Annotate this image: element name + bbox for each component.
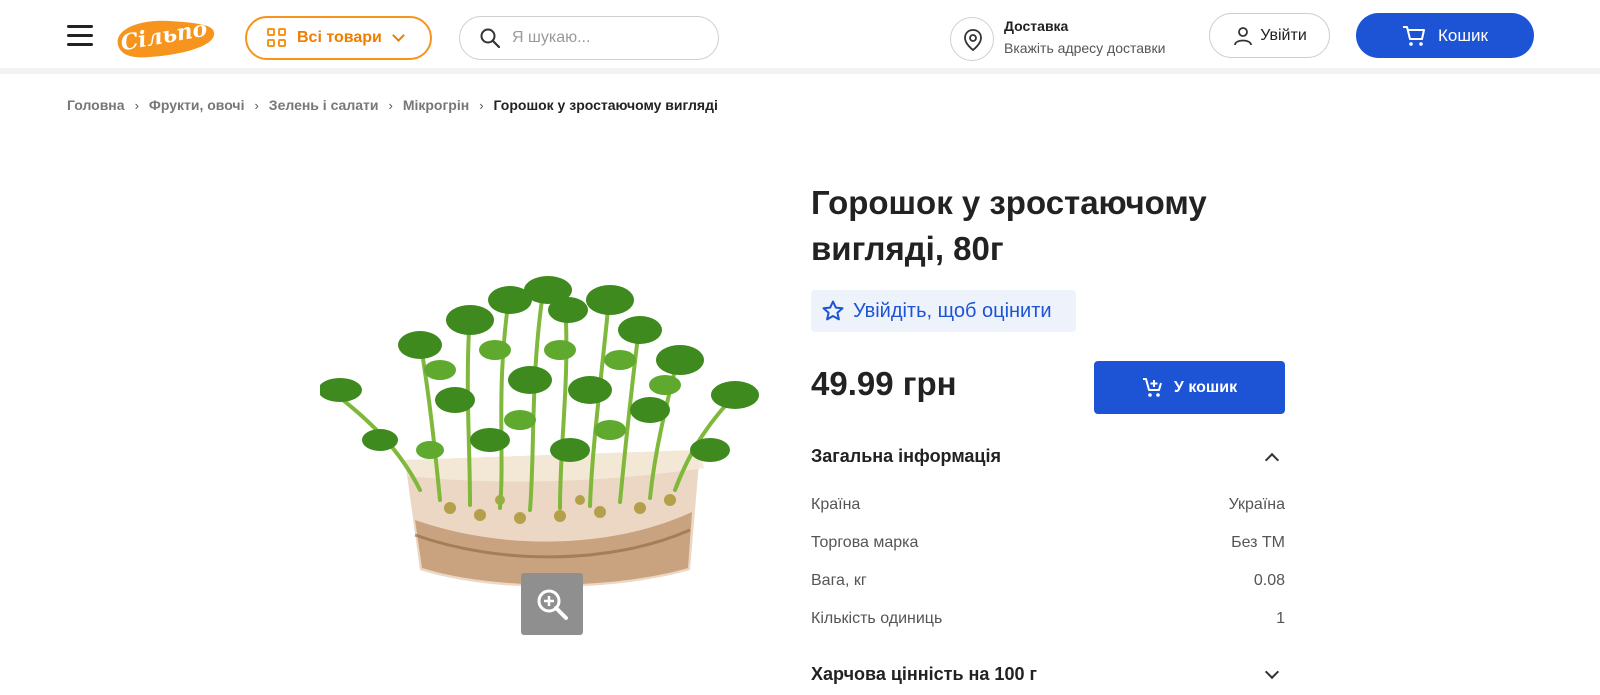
cart-label: Кошик — [1438, 25, 1488, 45]
breadcrumb-separator-icon: › — [254, 97, 259, 113]
logo[interactable]: Сільпо — [110, 15, 218, 61]
chevron-up-icon — [1264, 452, 1280, 467]
breadcrumb-separator-icon: › — [479, 97, 484, 113]
info-row: Вага, кг 0.08 — [811, 572, 1285, 590]
rate-login-label: Увійдіть, щоб оцінити — [853, 299, 1052, 322]
general-info-toggle[interactable]: Загальна інформація — [811, 446, 1285, 467]
delivery-title[interactable]: Доставка — [1004, 18, 1068, 34]
add-to-cart-button[interactable]: У кошик — [1094, 361, 1285, 414]
search-box[interactable] — [459, 16, 719, 60]
info-value: 1 — [1276, 610, 1285, 627]
info-label: Вага, кг — [811, 572, 867, 589]
info-label: Кількість одиниць — [811, 610, 943, 627]
search-input[interactable] — [512, 29, 692, 47]
breadcrumb-microgreens[interactable]: Мікрогрін — [403, 97, 469, 113]
all-goods-button[interactable]: Всі товари — [245, 16, 432, 60]
rate-login-button[interactable]: Увійдіть, щоб оцінити — [811, 290, 1076, 332]
menu-icon[interactable] — [67, 25, 93, 47]
cart-button[interactable]: Кошик — [1356, 13, 1534, 58]
info-label: Торгова марка — [811, 534, 919, 551]
delivery-address-hint[interactable]: Вкажіть адресу доставки — [1004, 40, 1165, 56]
info-value: 0.08 — [1253, 572, 1285, 589]
info-label: Країна — [811, 496, 861, 513]
nutrition-heading: Харчова цінність на 100 г — [811, 664, 1037, 684]
chevron-down-icon — [392, 29, 405, 42]
add-to-cart-label: У кошик — [1173, 378, 1238, 396]
login-label: Увійти — [1260, 26, 1307, 44]
user-icon — [1234, 26, 1253, 45]
breadcrumb: Головна › Фрукти, овочі › Зелень і салат… — [67, 97, 718, 113]
chevron-down-icon — [1264, 664, 1280, 679]
cart-icon — [1403, 25, 1426, 46]
all-goods-label: Всі товари — [297, 29, 382, 46]
add-to-cart-icon — [1142, 377, 1162, 397]
product-title: Горошок у зростаючому вигляді, 80г — [811, 184, 1207, 267]
breadcrumb-current: Горошок у зростаючому вигляді — [493, 97, 718, 113]
login-button[interactable]: Увійти — [1209, 13, 1330, 58]
info-row: Кількість одиниць 1 — [811, 610, 1285, 628]
zoom-in-icon — [537, 589, 568, 620]
star-icon — [822, 300, 844, 321]
breadcrumb-separator-icon: › — [388, 97, 393, 113]
general-info-heading: Загальна інформація — [811, 446, 1001, 466]
search-icon — [480, 28, 500, 48]
product-price: 49.99 грн — [811, 365, 957, 402]
breadcrumb-greens-salads[interactable]: Зелень і салати — [269, 97, 379, 113]
breadcrumb-home[interactable]: Головна — [67, 97, 125, 113]
info-row: Країна Україна — [811, 496, 1285, 514]
header: Сільпо Всі товари Доставка Вкажіть адрес… — [0, 0, 1600, 74]
info-value: Україна — [1228, 496, 1285, 513]
breadcrumb-separator-icon: › — [134, 97, 139, 113]
breadcrumb-fruits-vegetables[interactable]: Фрукти, овочі — [149, 97, 245, 113]
location-pin-icon — [964, 29, 982, 52]
info-row: Торгова марка Без ТМ — [811, 534, 1285, 552]
nutrition-toggle[interactable]: Харчова цінність на 100 г — [811, 664, 1285, 685]
zoom-button[interactable] — [521, 573, 583, 635]
info-value: Без ТМ — [1231, 534, 1285, 551]
location-pin-button[interactable] — [950, 17, 994, 61]
grid-icon — [267, 28, 287, 48]
product-image[interactable] — [320, 250, 780, 600]
